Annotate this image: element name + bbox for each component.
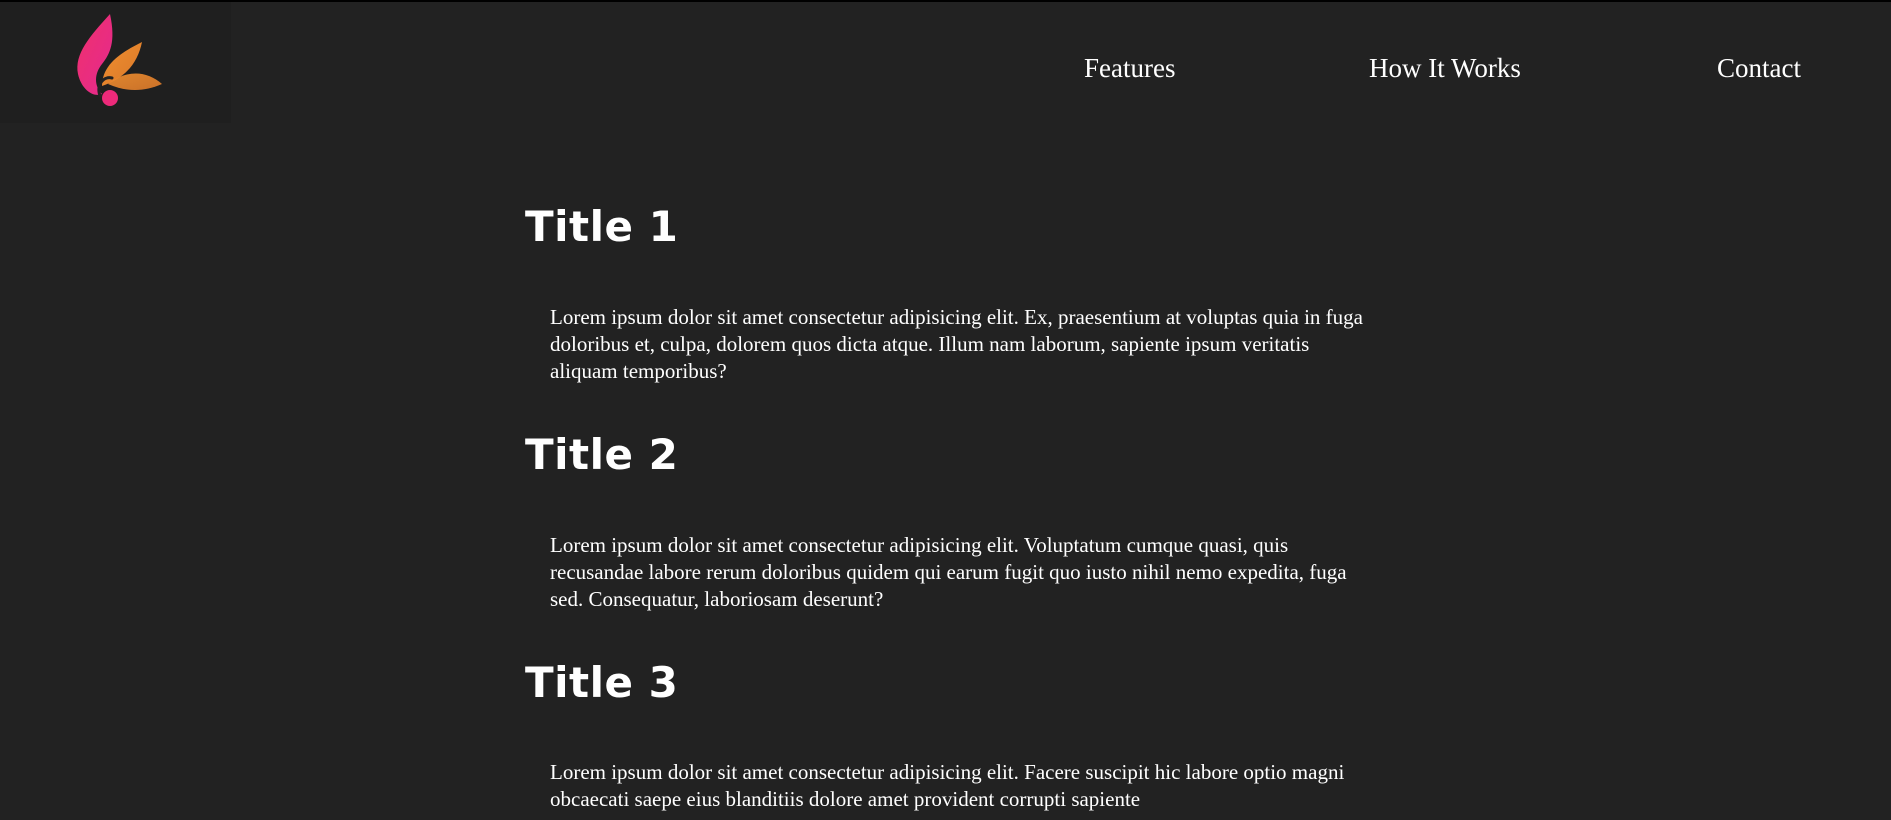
nav-link-contact[interactable]: Contact: [1717, 52, 1801, 84]
flame-leaf-logo-icon: [77, 14, 162, 106]
nav-link-how-it-works[interactable]: How It Works: [1369, 52, 1521, 84]
section-title-1: Title 1: [525, 202, 679, 251]
section-text-2: Lorem ipsum dolor sit amet consectetur a…: [550, 533, 1347, 611]
section-text-3: Lorem ipsum dolor sit amet consectetur a…: [550, 760, 1345, 811]
site-header: Features How It Works Contact: [0, 2, 1891, 123]
nav-link-features[interactable]: Features: [1084, 52, 1175, 84]
section-text-1: Lorem ipsum dolor sit amet consectetur a…: [550, 305, 1363, 383]
section-title-3: Title 3: [525, 658, 679, 707]
logo[interactable]: [0, 2, 231, 123]
section-title-2: Title 2: [525, 430, 679, 479]
